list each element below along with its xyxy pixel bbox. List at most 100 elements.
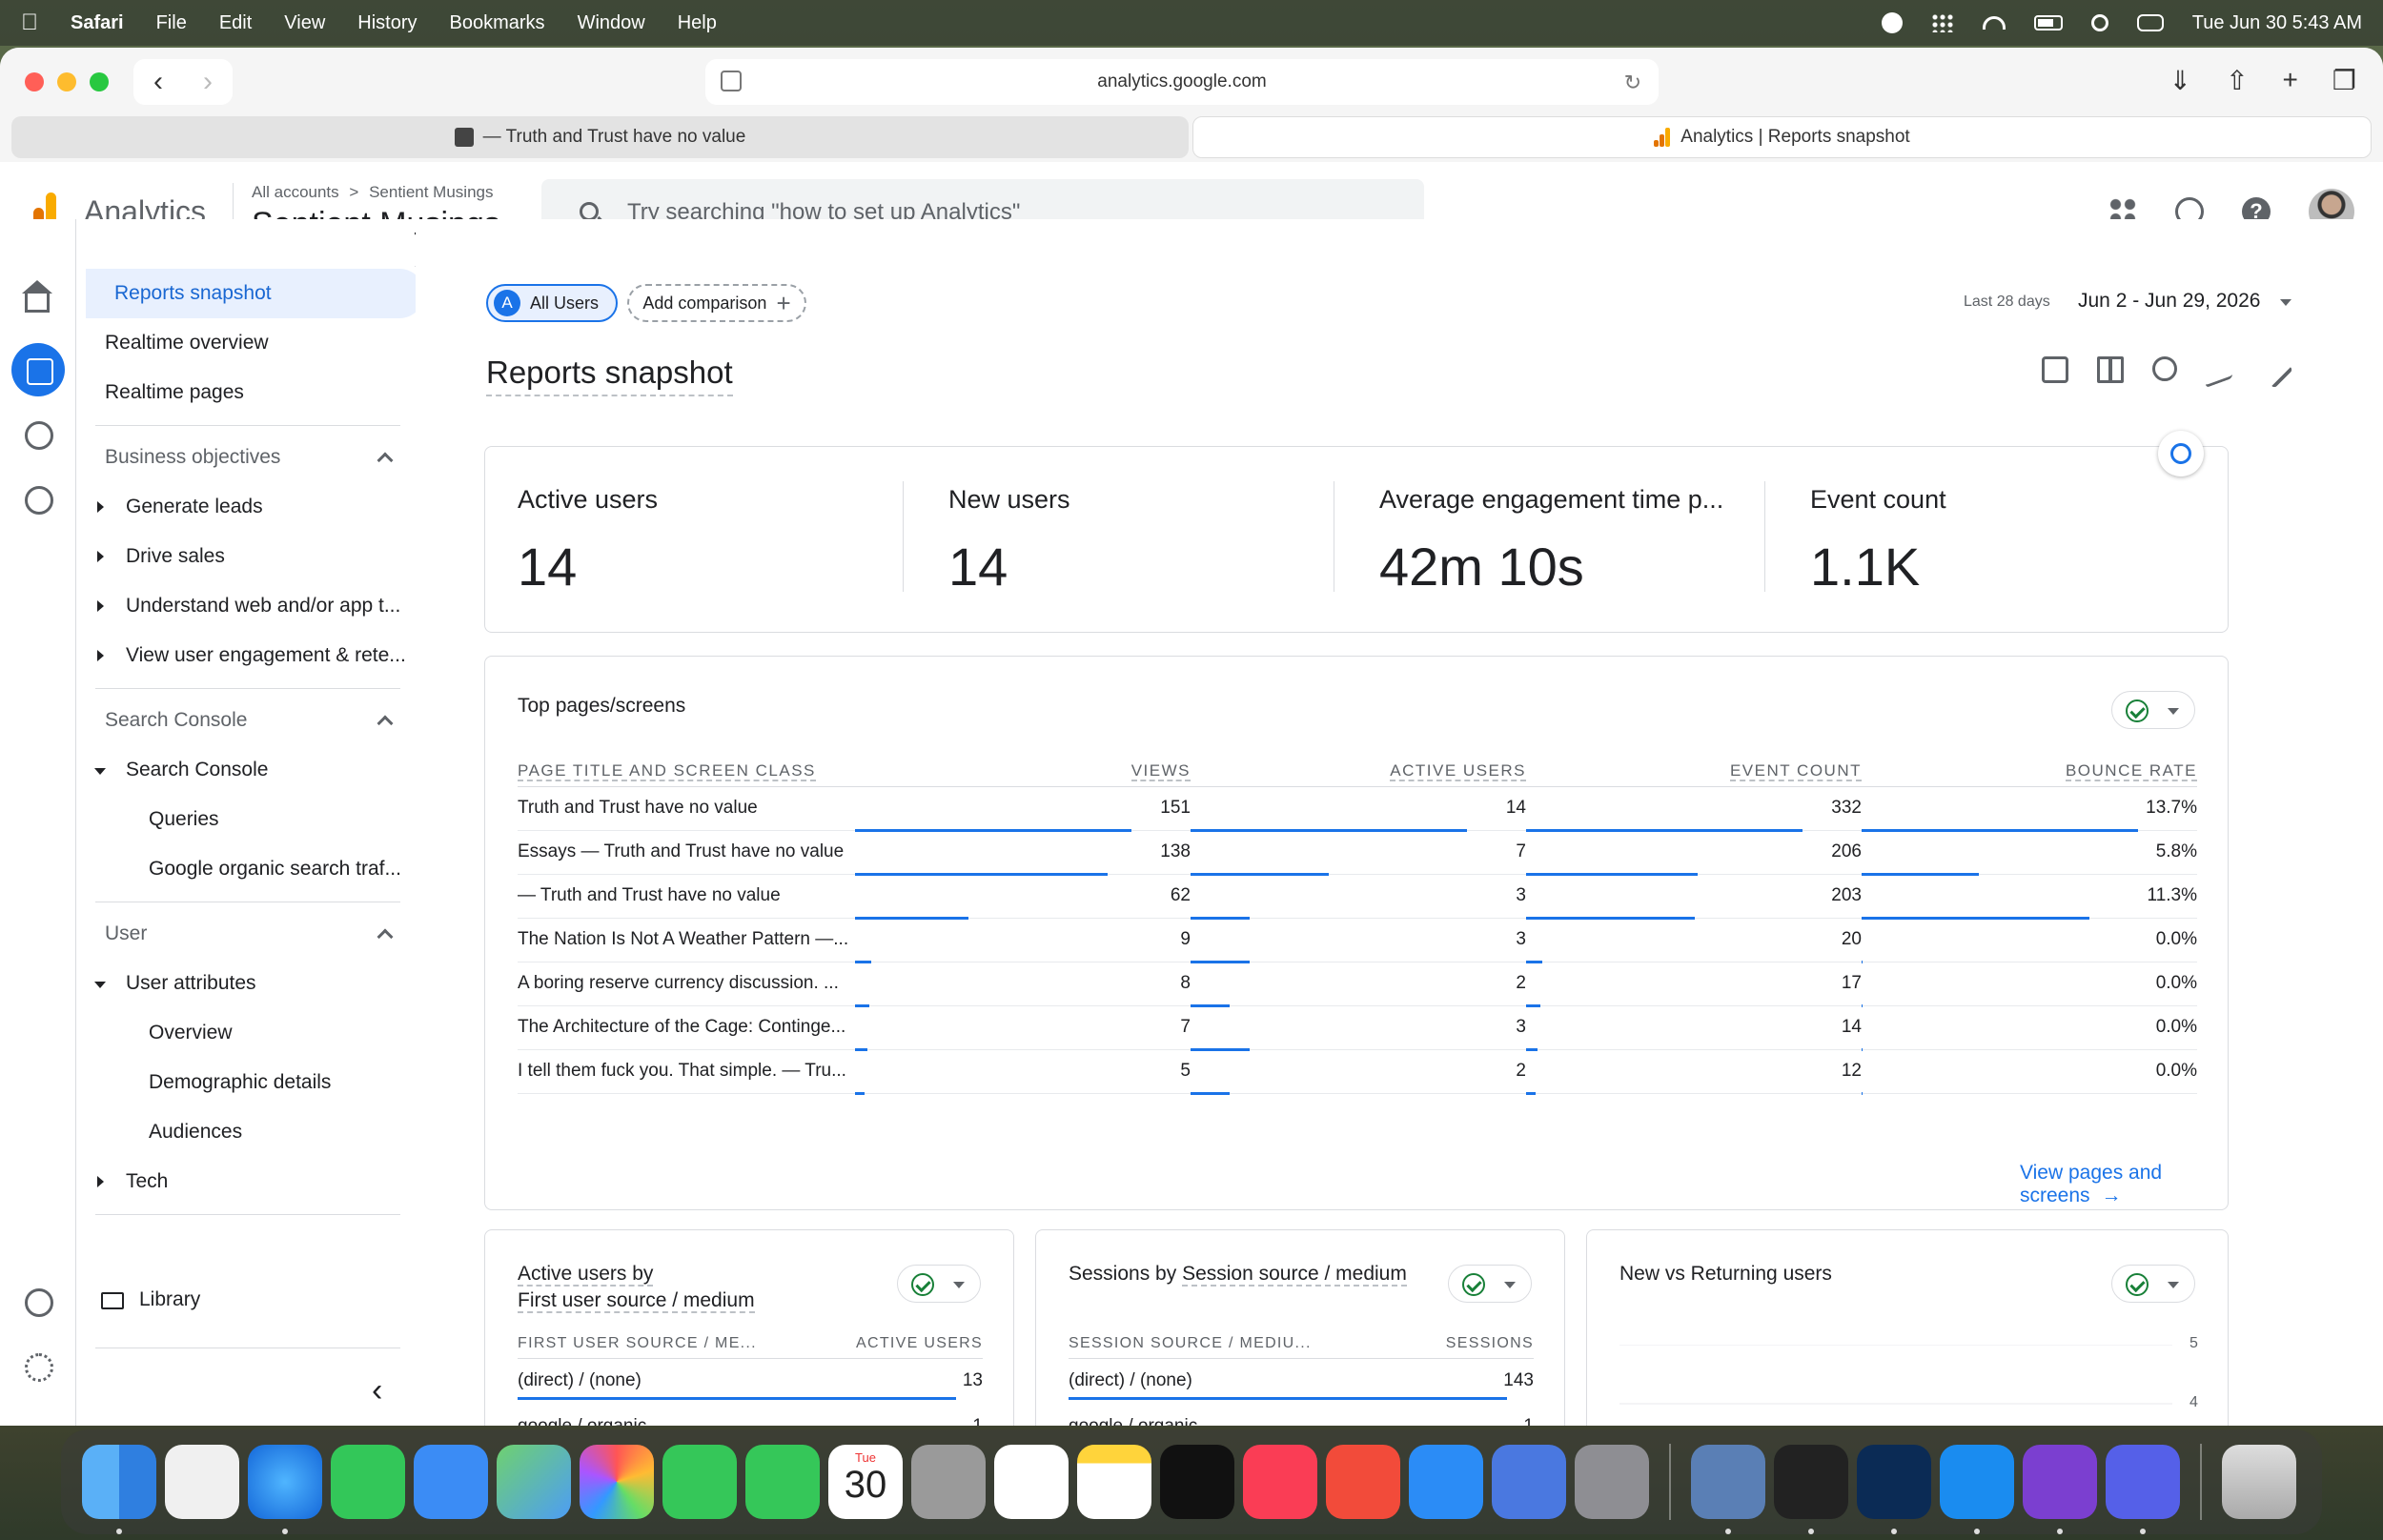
- grid-app-icon[interactable]: [1774, 1445, 1848, 1534]
- add-comparison-button[interactable]: Add comparison +: [627, 284, 806, 322]
- music-app-icon[interactable]: [1243, 1445, 1317, 1519]
- sidebar-item-queries[interactable]: Queries: [149, 808, 219, 831]
- sidebar-group-user-attributes[interactable]: User attributes: [126, 972, 256, 995]
- chevron-up-icon[interactable]: [377, 715, 394, 732]
- collapse-arrow-icon[interactable]: [94, 982, 106, 988]
- safari-app-icon[interactable]: [248, 1445, 322, 1534]
- date-range-picker[interactable]: Jun 2 - Jun 29, 2026: [2078, 290, 2260, 313]
- battery-icon[interactable]: [2033, 15, 2063, 30]
- sidebar-item-user-engagement[interactable]: View user engagement & rete...: [126, 644, 406, 667]
- speedometer-app-icon[interactable]: [1857, 1445, 1931, 1534]
- chevron-up-icon[interactable]: [377, 928, 394, 945]
- configurator-app-icon[interactable]: [1492, 1445, 1566, 1519]
- comparison-chip-all-users[interactable]: A All Users: [486, 284, 618, 322]
- sidebar-item-demographic-details[interactable]: Demographic details: [149, 1071, 331, 1094]
- table-row[interactable]: Truth and Trust have no value 151 14 332 13.…: [518, 786, 2197, 832]
- expand-arrow-icon[interactable]: [97, 600, 104, 612]
- card-options-button[interactable]: [1448, 1265, 1532, 1303]
- q-app-icon[interactable]: [1940, 1445, 2014, 1534]
- sidebar-item-tech[interactable]: Tech: [126, 1170, 168, 1193]
- downloads-icon[interactable]: ⇓: [2169, 65, 2191, 96]
- sidebar-item-organic-search[interactable]: Google organic search traf...: [149, 858, 401, 881]
- sidebar-item-realtime-pages[interactable]: Realtime pages: [105, 381, 244, 404]
- minimize-window-button[interactable]: [57, 72, 76, 91]
- col-header-views[interactable]: VIEWS: [855, 752, 1191, 787]
- menu-app-name[interactable]: Safari: [71, 12, 124, 34]
- card-options-button[interactable]: [897, 1265, 981, 1303]
- col-header-source[interactable]: FIRST USER SOURCE / ME...: [518, 1329, 822, 1359]
- col-header-bounce-rate[interactable]: BOUNCE RATE: [1862, 752, 2197, 787]
- col-header-active-users[interactable]: ACTIVE USERS: [821, 1329, 983, 1359]
- table-row[interactable]: I tell them fuck you. That simple. — Tru…: [518, 1049, 2197, 1095]
- system-settings-app-icon[interactable]: [1575, 1445, 1649, 1519]
- edit-pencil-icon[interactable]: [2255, 351, 2293, 389]
- rocket-app-icon[interactable]: [1326, 1445, 1400, 1519]
- sidebar-item-realtime-overview[interactable]: Realtime overview: [105, 332, 269, 355]
- control-center-icon[interactable]: [2136, 14, 2164, 31]
- apple-menu-icon[interactable]: : [21, 10, 38, 36]
- share-report-icon[interactable]: [2152, 356, 2177, 381]
- collapse-arrow-icon[interactable]: [94, 768, 106, 775]
- advertising-icon[interactable]: [25, 486, 53, 515]
- reports-icon[interactable]: [11, 343, 65, 396]
- explore-icon[interactable]: [25, 421, 53, 450]
- table-row[interactable]: The Architecture of the Cage: Continge..…: [518, 1005, 2197, 1051]
- status-dots-icon[interactable]: [1930, 13, 1954, 32]
- table-row[interactable]: A boring reserve currency discussion. ..…: [518, 962, 2197, 1007]
- finder-app-icon[interactable]: [82, 1445, 156, 1534]
- col-header-session-source[interactable]: SESSION SOURCE / MEDIU...: [1069, 1329, 1411, 1359]
- table-row[interactable]: google / organic1: [518, 1404, 983, 1426]
- table-row[interactable]: Essays — Truth and Trust have no value 13…: [518, 830, 2197, 876]
- menu-help[interactable]: Help: [678, 12, 717, 34]
- card-options-button[interactable]: [2111, 1265, 2195, 1303]
- date-dropdown-icon[interactable]: [2280, 299, 2291, 306]
- table-row[interactable]: (direct) / (none) 143: [1069, 1358, 1534, 1404]
- kpi-active-users[interactable]: Active users 14: [518, 485, 918, 598]
- share-icon[interactable]: ⇧: [2226, 65, 2248, 96]
- calendar-app-icon[interactable]: Tue 30: [828, 1445, 903, 1519]
- table-row[interactable]: google / organic1: [1069, 1404, 1534, 1426]
- page-menu-icon[interactable]: [721, 71, 742, 91]
- github-app-icon[interactable]: [2023, 1445, 2097, 1534]
- expand-arrow-icon[interactable]: [97, 501, 104, 513]
- kpi-new-users[interactable]: New users 14: [948, 485, 1349, 598]
- home-icon[interactable]: [22, 280, 52, 313]
- chat-app-icon[interactable]: [2106, 1445, 2180, 1534]
- sidebar-item-generate-leads[interactable]: Generate leads: [126, 496, 263, 518]
- menu-file[interactable]: File: [156, 12, 187, 34]
- chevron-up-icon[interactable]: [377, 452, 394, 469]
- date-range-label[interactable]: Last 28 days: [1964, 294, 2050, 311]
- collapse-sidebar-icon[interactable]: ‹: [372, 1372, 382, 1409]
- spotlight-search-icon[interactable]: [2090, 14, 2108, 31]
- expand-arrow-icon[interactable]: [97, 650, 104, 661]
- section-user[interactable]: User: [105, 922, 147, 945]
- address-bar[interactable]: analytics.google.com ↻: [705, 59, 1659, 105]
- expand-arrow-icon[interactable]: [97, 551, 104, 562]
- sidebar-group-search-console[interactable]: Search Console: [126, 759, 268, 781]
- tab-analytics[interactable]: Analytics | Reports snapshot: [1192, 116, 2372, 158]
- reminders-app-icon[interactable]: [994, 1445, 1069, 1519]
- back-chevron-icon[interactable]: ‹: [153, 66, 163, 98]
- sidebar-item-understand-traffic[interactable]: Understand web and/or app t...: [126, 595, 400, 618]
- maps-app-icon[interactable]: [497, 1445, 571, 1519]
- kpi-event-count[interactable]: Event count 1.1K: [1810, 485, 2210, 598]
- wifi-icon[interactable]: [1982, 16, 2006, 30]
- gear-icon[interactable]: [25, 1353, 53, 1382]
- status-app-icon[interactable]: [1881, 12, 1903, 33]
- mail-app-icon[interactable]: [414, 1445, 488, 1519]
- contacts-app-icon[interactable]: [911, 1445, 986, 1519]
- forward-chevron-icon[interactable]: ›: [203, 66, 213, 98]
- launchpad-app-icon[interactable]: [165, 1445, 239, 1519]
- expand-arrow-icon[interactable]: [97, 1176, 104, 1187]
- note-icon[interactable]: [2042, 356, 2068, 383]
- sidebar-item-reports-snapshot[interactable]: Reports snapshot: [86, 269, 424, 318]
- menu-bookmarks[interactable]: Bookmarks: [450, 12, 545, 34]
- card-options-button[interactable]: [2111, 691, 2195, 729]
- compare-icon[interactable]: [2097, 356, 2124, 383]
- col-header-sessions[interactable]: SESSIONS: [1410, 1329, 1534, 1359]
- admin-check-icon[interactable]: [25, 1288, 53, 1317]
- col-header-page-title[interactable]: PAGE TITLE AND SCREEN CLASS: [518, 752, 855, 787]
- insights-fab-icon[interactable]: [2158, 431, 2204, 476]
- menu-window[interactable]: Window: [578, 12, 645, 34]
- notes-app-icon[interactable]: [1077, 1445, 1151, 1519]
